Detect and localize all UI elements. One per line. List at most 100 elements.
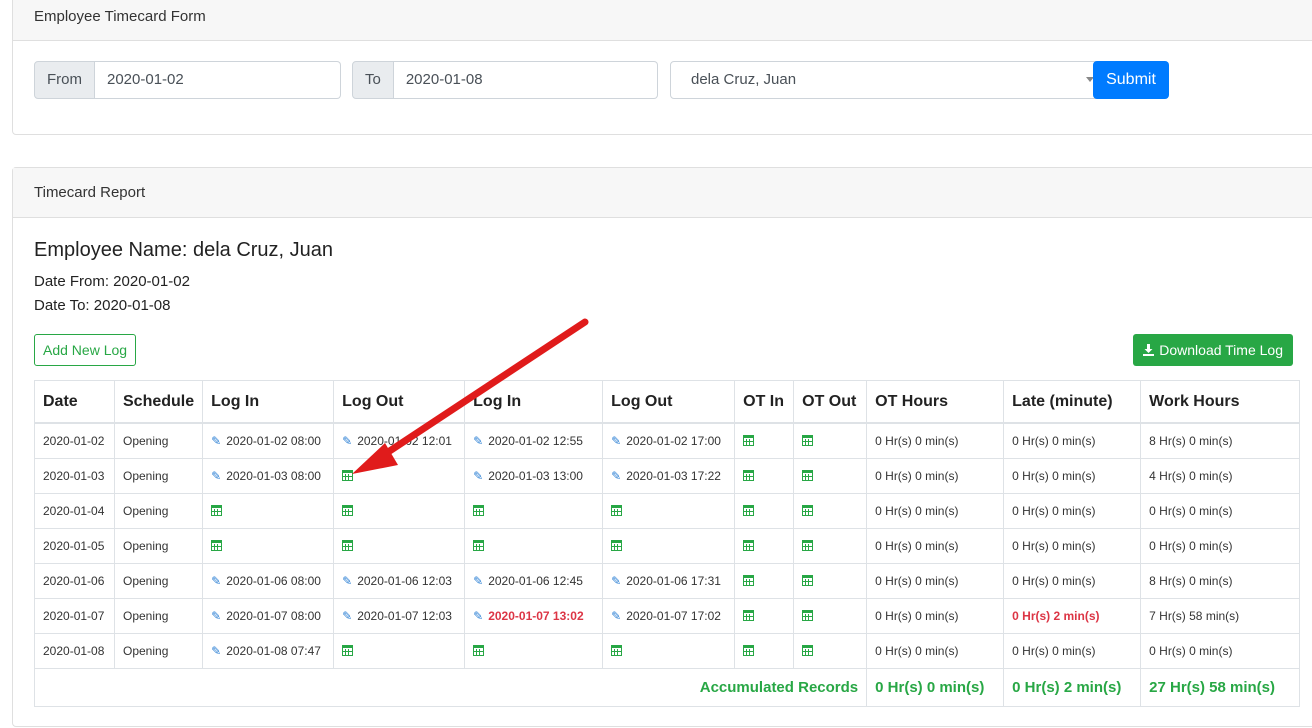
- table-row: 2020-01-06 Opening ✎ 2020-01-06 08:00 ✎ 2020-…: [34, 563, 1301, 599]
- edit-icon[interactable]: ✎: [611, 469, 621, 483]
- cell-logout2: ✎ 2020-01-06 17:31: [602, 563, 736, 599]
- edit-icon[interactable]: ✎: [473, 469, 483, 483]
- cell-login1: ✎ 2020-01-07 08:00: [202, 598, 335, 634]
- timecard-table-body: 2020-01-02 Opening ✎ 2020-01-02 08:00 ✎ 2020-…: [33, 422, 1301, 707]
- cell-ot-out: [793, 493, 868, 529]
- cell-logout2: ✎ 2020-01-03 17:22: [602, 458, 736, 494]
- edit-icon[interactable]: ✎: [211, 434, 221, 448]
- total-ot-hours: 0 Hr(s) 0 min(s): [866, 668, 1005, 707]
- to-label: To: [352, 61, 394, 99]
- form-card-title: Employee Timecard Form: [13, 0, 1312, 41]
- edit-icon[interactable]: ✎: [611, 574, 621, 588]
- calendar-icon[interactable]: [473, 645, 485, 656]
- edit-icon[interactable]: ✎: [342, 574, 352, 588]
- calendar-icon[interactable]: [743, 645, 755, 656]
- cell-ot-hours: 0 Hr(s) 0 min(s): [866, 563, 1005, 599]
- ot-hours-text: 0 Hr(s) 0 min(s): [875, 609, 959, 623]
- date-to-text: Date To: 2020-01-08: [34, 297, 171, 314]
- work-text: 7 Hr(s) 58 min(s): [1149, 609, 1240, 623]
- ot-hours-text: 0 Hr(s) 0 min(s): [875, 539, 959, 553]
- calendar-icon[interactable]: [743, 610, 755, 621]
- edit-icon[interactable]: ✎: [611, 609, 621, 623]
- add-new-log-button[interactable]: Add New Log: [34, 334, 137, 366]
- schedule-text: Opening: [123, 469, 169, 483]
- cell-ot-out: [793, 458, 868, 494]
- late-text: 0 Hr(s) 0 min(s): [1012, 504, 1096, 518]
- cell-date: 2020-01-07: [34, 598, 115, 634]
- cell-ot-hours: 0 Hr(s) 0 min(s): [866, 528, 1005, 564]
- download-label: Download Time Log: [1159, 342, 1283, 358]
- calendar-icon[interactable]: [211, 505, 223, 516]
- calendar-icon[interactable]: [342, 470, 354, 481]
- timecard-form-card: Employee Timecard Form From 2020-01-02 T…: [12, 0, 1312, 135]
- date-text: 2020-01-05: [43, 539, 105, 553]
- calendar-icon[interactable]: [743, 505, 755, 516]
- table-row: 2020-01-05 Opening 0 Hr(s) 0 min(s) 0 Hr(s)…: [34, 528, 1301, 564]
- date-text: 2020-01-02: [43, 434, 105, 448]
- date-from-text: Date From: 2020-01-02: [34, 273, 190, 290]
- calendar-icon[interactable]: [611, 645, 623, 656]
- edit-icon[interactable]: ✎: [211, 609, 221, 623]
- from-date-input[interactable]: 2020-01-02: [95, 61, 341, 99]
- calendar-icon[interactable]: [743, 435, 755, 446]
- to-date-input[interactable]: 2020-01-08: [393, 61, 658, 99]
- edit-icon[interactable]: ✎: [611, 434, 621, 448]
- time-value: 2020-01-06 12:03: [357, 574, 452, 588]
- cell-ot-in: [734, 528, 795, 564]
- from-label: From: [34, 61, 95, 99]
- edit-icon[interactable]: ✎: [473, 609, 483, 623]
- cell-schedule: Opening: [113, 633, 204, 669]
- edit-icon[interactable]: ✎: [211, 469, 221, 483]
- col-date: Date: [34, 380, 115, 424]
- calendar-icon[interactable]: [473, 505, 485, 516]
- cell-logout2: [602, 633, 736, 669]
- cell-logout1: [333, 458, 466, 494]
- edit-icon[interactable]: ✎: [211, 644, 221, 658]
- edit-icon[interactable]: ✎: [473, 574, 483, 588]
- calendar-icon[interactable]: [743, 575, 755, 586]
- ot-hours-text: 0 Hr(s) 0 min(s): [875, 504, 959, 518]
- col-ot-in: OT In: [734, 380, 795, 424]
- calendar-icon[interactable]: [611, 540, 623, 551]
- calendar-icon[interactable]: [342, 645, 354, 656]
- calendar-icon[interactable]: [473, 540, 485, 551]
- late-text: 0 Hr(s) 0 min(s): [1012, 574, 1096, 588]
- calendar-icon[interactable]: [211, 540, 223, 551]
- cell-login1: ✎ 2020-01-08 07:47: [202, 633, 335, 669]
- edit-icon[interactable]: ✎: [211, 574, 221, 588]
- employee-select[interactable]: dela Cruz, Juan: [670, 61, 1103, 99]
- calendar-icon[interactable]: [611, 505, 623, 516]
- cell-login2: ✎ 2020-01-06 12:45: [464, 563, 604, 599]
- edit-icon[interactable]: ✎: [342, 434, 352, 448]
- employee-name-heading: Employee Name: dela Cruz, Juan: [34, 239, 334, 261]
- cell-ot-out: [793, 563, 868, 599]
- calendar-icon[interactable]: [802, 610, 814, 621]
- submit-button[interactable]: Submit: [1093, 61, 1169, 99]
- edit-icon[interactable]: ✎: [473, 434, 483, 448]
- cell-late: 0 Hr(s) 0 min(s): [1003, 422, 1142, 459]
- calendar-icon[interactable]: [802, 575, 814, 586]
- calendar-icon[interactable]: [802, 505, 814, 516]
- time-value: 2020-01-07 12:03: [357, 609, 452, 623]
- calendar-icon[interactable]: [342, 540, 354, 551]
- edit-icon[interactable]: ✎: [342, 609, 352, 623]
- calendar-icon[interactable]: [802, 470, 814, 481]
- calendar-icon[interactable]: [342, 505, 354, 516]
- calendar-icon[interactable]: [743, 540, 755, 551]
- cell-logout1: ✎ 2020-01-06 12:03: [333, 563, 466, 599]
- schedule-text: Opening: [123, 644, 169, 658]
- calendar-icon[interactable]: [802, 540, 814, 551]
- col-schedule: Schedule: [113, 380, 204, 424]
- calendar-icon[interactable]: [743, 470, 755, 481]
- late-text: 0 Hr(s) 0 min(s): [1012, 644, 1096, 658]
- download-time-log-button[interactable]: Download Time Log: [1133, 334, 1293, 366]
- table-row: 2020-01-03 Opening ✎ 2020-01-03 08:00 ✎ 2020-…: [34, 458, 1301, 494]
- calendar-icon[interactable]: [802, 435, 814, 446]
- cell-schedule: Opening: [113, 598, 204, 634]
- cell-logout2: [602, 493, 736, 529]
- calendar-icon[interactable]: [802, 645, 814, 656]
- col-log-in-2: Log In: [464, 380, 604, 424]
- date-text: 2020-01-08: [43, 644, 105, 658]
- cell-late: 0 Hr(s) 0 min(s): [1003, 563, 1142, 599]
- col-ot-out: OT Out: [793, 380, 868, 424]
